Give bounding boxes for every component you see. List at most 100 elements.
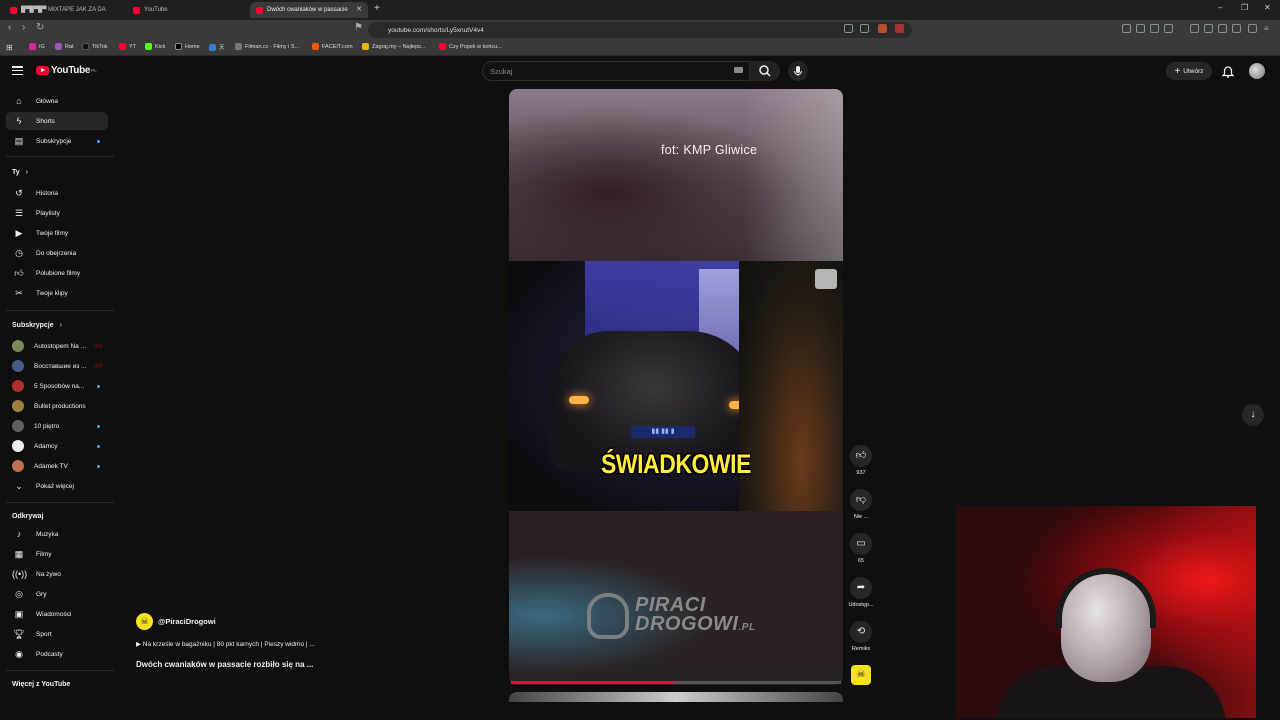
brave-rewards-icon[interactable] <box>895 24 904 33</box>
live-icon: ((•)) <box>12 569 28 579</box>
browser-tab[interactable]: █▀█▀█▀ MIXTAPE JAK ZA DA <box>4 2 122 18</box>
minimize-icon[interactable]: – <box>1218 3 1222 12</box>
blurred-plate: ▮▮ ▮▮ ▮ <box>631 426 695 438</box>
subscription-item[interactable]: 5 Sposobów na... <box>6 377 108 395</box>
bookmark-zagraj[interactable]: Zagraj.my – Najleps... <box>362 43 426 50</box>
brave-shield-icon[interactable] <box>878 24 887 33</box>
sidebar-section-you[interactable]: Ty › <box>12 169 28 176</box>
short-video-player[interactable]: fot: KMP Gliwice ▮▮ ▮▮ ▮ ŚWIADKOWIE PIRA… <box>509 89 843 685</box>
remix-button[interactable]: ⟲ Remiks <box>848 621 874 652</box>
subscription-item[interactable]: 10 piętro <box>6 417 108 435</box>
extension-icon[interactable] <box>1122 24 1131 33</box>
reload-icon[interactable]: ↻ <box>36 22 44 33</box>
subscription-item[interactable]: Adamcy <box>6 437 108 455</box>
sidebar-item-gaming[interactable]: ◎ Gry <box>6 585 108 603</box>
channel-avatar <box>12 380 24 392</box>
sidebar-item-watch-later[interactable]: ◷ Do obejrzenia <box>6 244 108 262</box>
browser-tab-active[interactable]: Dwóch cwaniaków w passacie ✕ <box>250 2 368 18</box>
like-count: 937 <box>856 470 866 476</box>
sidebar-item-sport[interactable]: 🏆︎ Sport <box>6 625 108 643</box>
channel-name[interactable]: @PiraciDrogowi <box>158 617 216 626</box>
browser-tab[interactable]: YouTube <box>127 2 245 18</box>
sidebar-toggle-icon[interactable] <box>1204 24 1213 33</box>
extension-icon[interactable] <box>1164 24 1173 33</box>
comments-button[interactable]: ▭ 65 <box>848 533 874 564</box>
guide-menu-icon[interactable] <box>12 66 23 76</box>
next-short-button[interactable]: ↓ <box>1242 404 1264 426</box>
close-window-icon[interactable]: ✕ <box>1264 3 1271 12</box>
voice-search-button[interactable] <box>788 61 808 81</box>
chevron-down-icon: ⌄ <box>15 480 23 491</box>
sidebar-item-home[interactable]: ⌂ Główna <box>6 92 108 110</box>
short-title[interactable]: Dwóch cwaniaków w passacie rozbiło się n… <box>136 660 313 669</box>
like-button[interactable]: 👍︎ 937 <box>848 445 874 476</box>
vpn-icon[interactable] <box>1248 24 1257 33</box>
sidebar-item-playlists[interactable]: ☰ Playlisty <box>6 204 108 222</box>
forward-icon[interactable]: › <box>22 22 25 33</box>
apps-icon[interactable]: ⊞ <box>6 43 13 52</box>
search-button[interactable] <box>750 61 780 81</box>
notifications-button[interactable] <box>1221 65 1235 83</box>
leo-icon[interactable] <box>1232 24 1241 33</box>
subscription-item[interactable]: Autostopem Na ... ((•)) <box>6 337 108 355</box>
menu-icon[interactable]: ≡ <box>1264 24 1273 33</box>
new-content-dot <box>97 140 100 143</box>
bookmark-tiktok[interactable]: TikTok <box>82 43 108 50</box>
sidebar-item-your-videos[interactable]: ▶ Twoje filmy <box>6 224 108 242</box>
bookmark-home[interactable]: Home <box>175 43 200 50</box>
back-icon[interactable]: ‹ <box>8 22 11 33</box>
bookmark-rat[interactable]: Rat <box>55 43 74 50</box>
sidebar-item-music[interactable]: ♪ Muzyka <box>6 525 108 543</box>
sidebar-section-subscriptions[interactable]: Subskrypcje › <box>12 322 62 329</box>
bookmark-icon[interactable]: ⚑ <box>354 22 363 33</box>
search-input[interactable]: Szukaj <box>482 61 750 81</box>
sidebar-item-movies[interactable]: ▦ Filmy <box>6 545 108 563</box>
share-button[interactable]: ➦ Udostęp... <box>848 577 874 608</box>
bookmark-faceit[interactable]: FACEIT.com <box>312 43 353 50</box>
bookmark-ig[interactable]: IG <box>29 43 45 50</box>
sound-source-avatar[interactable]: ☠ <box>851 665 871 685</box>
keyboard-icon[interactable] <box>734 67 743 73</box>
sidebar-item-podcasts[interactable]: ◉ Podcasty <box>6 645 108 663</box>
youtube-favicon <box>256 6 263 14</box>
media-icon[interactable] <box>1190 24 1199 33</box>
bookmark-popek[interactable]: Czy Popek w końcu... <box>439 43 502 50</box>
next-short-preview[interactable] <box>509 692 843 702</box>
short-description[interactable]: ▶ Na krześle w bagażniku | 80 pkt karnyc… <box>136 640 315 648</box>
sidebar-item-shorts[interactable]: ϟ Shorts <box>6 112 108 130</box>
sidebar-item-live[interactable]: ((•)) Na żywo <box>6 565 108 583</box>
extension-icon[interactable] <box>1150 24 1159 33</box>
headphones <box>1056 568 1156 628</box>
progress-bar[interactable] <box>511 681 841 684</box>
share-page-icon[interactable] <box>860 24 869 33</box>
bookmark-filman[interactable]: Filman.cc - Filmy i S... <box>235 43 299 50</box>
show-more-button[interactable]: ⌄ Pokaż więcej <box>6 477 108 495</box>
address-bar[interactable]: youtube.com/shorts/Ly5xnutV4v4 <box>368 22 912 38</box>
sidebar-item-clips[interactable]: ✂ Twoje klipy <box>6 284 108 302</box>
youtube-logo[interactable]: YouTube PL <box>36 65 97 76</box>
subscription-item[interactable]: Bullet productions <box>6 397 108 415</box>
movies-icon: ▦ <box>14 548 24 559</box>
subscription-item[interactable]: Восставшие из ... ((•)) <box>6 357 108 375</box>
bookmark-label: FACEIT.com <box>322 43 353 50</box>
restore-icon[interactable]: ❐ <box>1241 3 1248 12</box>
channel-avatar[interactable]: ☠ <box>136 613 153 630</box>
bookmark-kick[interactable]: Kick <box>145 43 165 50</box>
close-tab-icon[interactable]: ✕ <box>356 5 362 13</box>
create-button[interactable]: + Utwórz <box>1166 62 1212 80</box>
sidebar-item-liked[interactable]: 👍︎ Polubione filmy <box>6 264 108 282</box>
subscription-item[interactable]: Adamek TV <box>6 457 108 475</box>
bookmark-ten[interactable]: 天 <box>209 43 225 51</box>
bookmark-yt[interactable]: YT <box>119 43 136 50</box>
new-tab-button[interactable]: + <box>374 3 380 14</box>
account-avatar[interactable] <box>1249 63 1265 79</box>
tab-title: █▀█▀█▀ MIXTAPE JAK ZA DA <box>21 7 106 13</box>
wallet-icon[interactable] <box>1218 24 1227 33</box>
extension-icon[interactable] <box>1136 24 1145 33</box>
sidebar-item-subscriptions[interactable]: ▤ Subskrypcje <box>6 132 108 150</box>
sidebar-item-news[interactable]: ▣ Wiadomości <box>6 605 108 623</box>
sidebar-item-label: Playlisty <box>36 209 60 217</box>
dislike-button[interactable]: 👎︎ Nie ... <box>848 489 874 520</box>
install-app-icon[interactable] <box>844 24 853 33</box>
sidebar-item-history[interactable]: ↺ Historia <box>6 184 108 202</box>
